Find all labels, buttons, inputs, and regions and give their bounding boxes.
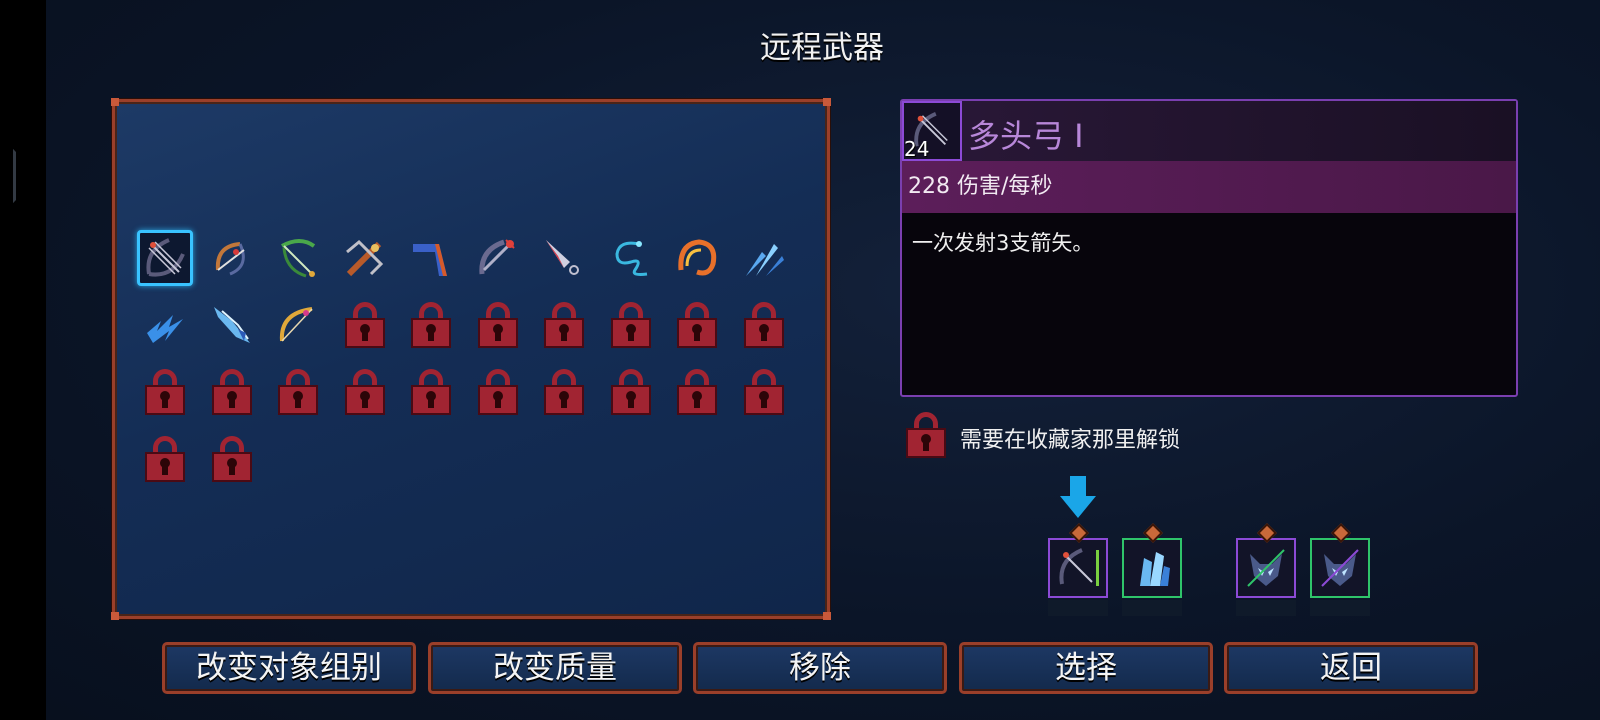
locked-slot[interactable] [669,364,725,420]
left-edge-strip [0,0,46,720]
lightning-icon[interactable] [137,297,193,353]
locked-slot[interactable] [536,364,592,420]
locked-slot[interactable] [337,297,393,353]
equipped-wolf-trap-icon-1[interactable] [1236,523,1296,598]
lock-icon [145,436,185,482]
weapon-dps: 228 伤害/每秒 [902,161,1516,213]
change-quality-button[interactable]: 改变质量 [428,642,682,694]
page-title: 远程武器 [760,30,884,66]
lock-icon [544,369,584,415]
locked-slot[interactable] [403,364,459,420]
lock-icon [610,302,651,348]
slot-shadow [1048,600,1108,616]
back-button[interactable]: 返回 [1224,642,1478,694]
equipped-bow-icon[interactable] [1048,523,1108,598]
slot-shadow [1236,600,1296,616]
weapon-grid-panel [111,98,831,620]
lock-icon [677,369,717,415]
hexagon-icon [0,128,16,224]
weapon-grid [137,230,792,487]
lock-icon [743,302,784,348]
panel-corner [111,98,119,106]
lock-icon [211,436,252,482]
lock-icon [211,369,252,415]
golden-bow-icon[interactable] [270,297,326,353]
panel-corner [823,98,831,106]
locked-slot[interactable] [536,297,592,353]
locked-slot[interactable] [603,364,659,420]
boomerang-icon[interactable] [403,230,459,286]
slot-shadow [1310,600,1370,616]
multiple-nocks-bow-icon[interactable] [137,230,193,286]
ice-shards-icon[interactable] [736,230,792,286]
locked-slot[interactable] [669,297,725,353]
locked-slot[interactable] [603,297,659,353]
equipped-ice-icon[interactable] [1122,523,1182,598]
slot-shadow [1122,600,1182,616]
green-bow-icon[interactable] [270,230,326,286]
weapon-name: 多头弓 I [968,117,1084,155]
locked-slot[interactable] [204,431,260,487]
electric-whip-icon[interactable] [603,230,659,286]
throwing-knife-icon[interactable] [536,230,592,286]
panel-corner [823,612,831,620]
weapon-level: 24 [904,137,930,161]
locked-slot[interactable] [337,364,393,420]
fire-blast-icon[interactable] [669,230,725,286]
locked-slot[interactable] [204,364,260,420]
locked-slot[interactable] [137,431,193,487]
arrow-down-icon [1060,476,1096,518]
locked-slot[interactable] [137,364,193,420]
locked-slot[interactable] [736,297,792,353]
lock-icon [743,369,784,415]
locked-slot[interactable] [270,364,326,420]
lock-icon [906,412,946,458]
locked-slot[interactable] [736,364,792,420]
ice-crystal-icon[interactable] [204,297,260,353]
lock-icon [411,302,451,348]
locked-slot[interactable] [470,297,526,353]
lock-icon [344,369,385,415]
weapon-info-panel: 24 多头弓 I 228 伤害/每秒 一次发射3支箭矢。 [900,99,1518,397]
equipped-wolf-trap-icon-2[interactable] [1310,523,1370,598]
unlock-text: 需要在收藏家那里解锁 [960,428,1181,453]
lock-icon [145,369,185,415]
heavy-crossbow-icon[interactable] [470,230,526,286]
lock-icon [477,302,518,348]
lock-icon [278,369,318,415]
change-group-button[interactable]: 改变对象组别 [162,642,416,694]
remove-button[interactable]: 移除 [693,642,947,694]
crossbow-icon[interactable] [337,230,393,286]
lock-icon [610,369,651,415]
weapon-description: 一次发射3支箭矢。 [912,231,1094,255]
select-button[interactable]: 选择 [959,642,1213,694]
lock-icon [411,369,451,415]
locked-slot[interactable] [470,364,526,420]
lock-icon [344,302,385,348]
lock-icon [544,302,584,348]
lock-icon [477,369,518,415]
panel-corner [111,612,119,620]
lock-icon [677,302,717,348]
locked-slot[interactable] [403,297,459,353]
bow-icon[interactable] [204,230,260,286]
